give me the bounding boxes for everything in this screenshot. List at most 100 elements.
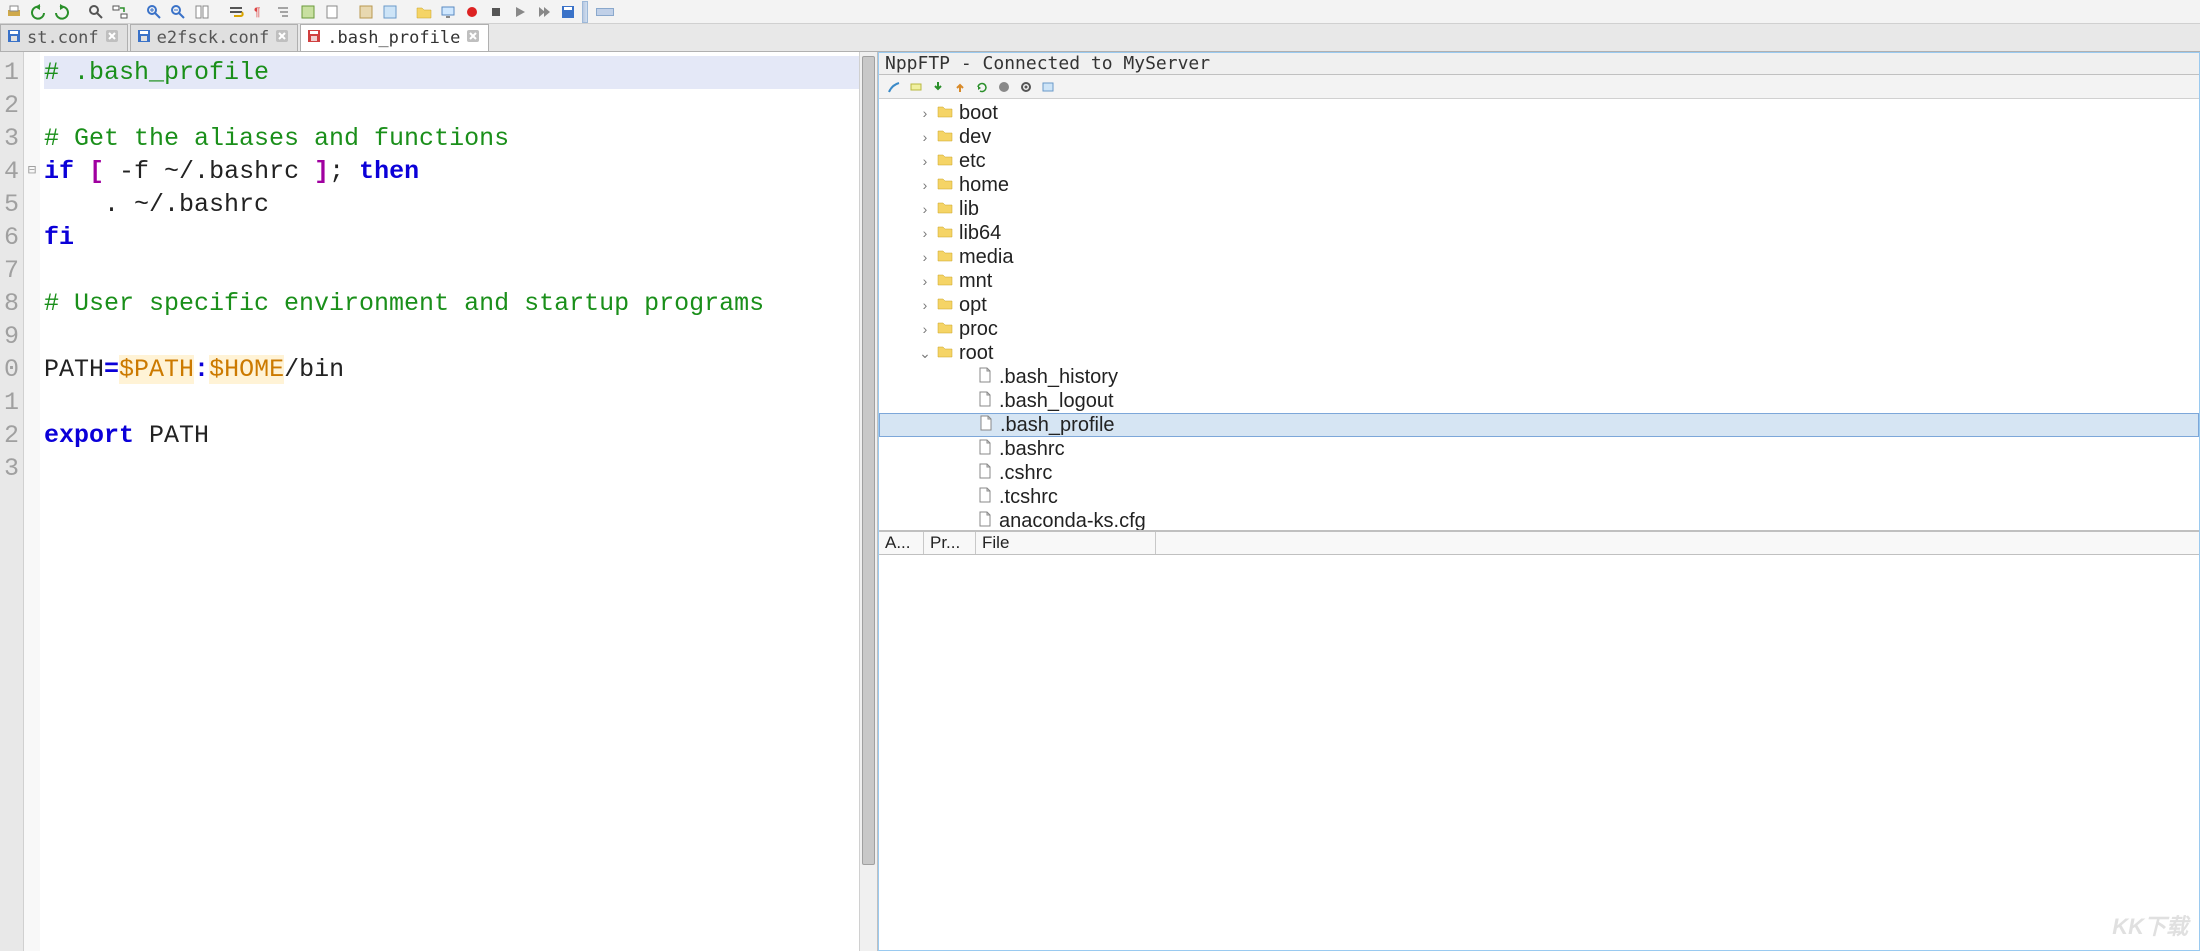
code-line[interactable]: . ~/.bashrc <box>44 188 859 221</box>
search-icon[interactable] <box>86 3 106 21</box>
show-chars-icon[interactable]: ¶ <box>250 3 270 21</box>
ftp-col-action[interactable]: A... <box>879 532 924 554</box>
stop-icon[interactable] <box>486 3 506 21</box>
sync-scroll-icon[interactable] <box>192 3 212 21</box>
ftp-folder-media[interactable]: ›media <box>879 245 2199 269</box>
ftp-folder-lib64[interactable]: ›lib64 <box>879 221 2199 245</box>
ftp-folder-etc[interactable]: ›etc <box>879 149 2199 173</box>
expand-arrow-icon[interactable]: › <box>919 177 931 193</box>
connect-icon[interactable] <box>887 80 901 94</box>
ftp-file--bash_profile[interactable]: .bash_profile <box>879 413 2199 437</box>
tree-label: opt <box>959 294 987 317</box>
folder-icon <box>937 126 953 149</box>
ftp-file--bash_logout[interactable]: .bash_logout <box>879 389 2199 413</box>
toolbar-grip[interactable] <box>582 1 588 23</box>
disconnect-icon[interactable] <box>909 80 923 94</box>
zoom-in-icon[interactable] <box>144 3 164 21</box>
download-icon[interactable] <box>931 80 945 94</box>
close-icon[interactable] <box>275 28 289 48</box>
ftp-folder-home[interactable]: ›home <box>879 173 2199 197</box>
ftp-folder-opt[interactable]: › opt <box>879 293 2199 317</box>
redo-icon[interactable] <box>52 3 72 21</box>
lang-icon[interactable] <box>298 3 318 21</box>
ftp-folder-proc[interactable]: ›proc <box>879 317 2199 341</box>
expand-arrow-icon[interactable]: ⌄ <box>919 345 931 362</box>
ftp-file--bashrc[interactable]: .bashrc <box>879 437 2199 461</box>
ftp-col-file[interactable]: File <box>976 532 1156 554</box>
ftp-file--cshrc[interactable]: .cshrc <box>879 461 2199 485</box>
tab--bash_profile[interactable]: .bash_profile <box>300 24 489 51</box>
folder-icon <box>937 174 953 197</box>
save-macro-icon[interactable] <box>558 3 578 21</box>
code-line[interactable]: if [ -f ~/.bashrc ]; then <box>44 155 859 188</box>
expand-arrow-icon[interactable]: › <box>919 105 931 121</box>
monitor-icon[interactable] <box>438 3 458 21</box>
code-line[interactable] <box>44 320 859 353</box>
expand-arrow-icon[interactable]: › <box>919 297 931 313</box>
ftp-log <box>879 555 2199 950</box>
ftp-folder-mnt[interactable]: ›mnt <box>879 269 2199 293</box>
expand-arrow-icon[interactable]: › <box>919 201 931 217</box>
code-line[interactable]: export PATH <box>44 419 859 452</box>
code-line[interactable] <box>44 254 859 287</box>
folder-panel-icon[interactable] <box>414 3 434 21</box>
zoom-out-icon[interactable] <box>168 3 188 21</box>
code-line[interactable]: # User specific environment and startup … <box>44 287 859 320</box>
expand-arrow-icon[interactable]: › <box>919 273 931 289</box>
editor-area[interactable]: 1234567890123 ⊟ # .bash_profile # Get th… <box>0 52 877 951</box>
folder-icon <box>937 102 953 125</box>
code-line[interactable]: fi <box>44 221 859 254</box>
func-list-icon[interactable] <box>356 3 376 21</box>
ftp-folder-dev[interactable]: ›dev <box>879 125 2199 149</box>
code-view[interactable]: # .bash_profile # Get the aliases and fu… <box>40 52 859 951</box>
ftp-folder-lib[interactable]: ›lib <box>879 197 2199 221</box>
code-line[interactable] <box>44 89 859 122</box>
folder-icon <box>937 318 953 341</box>
file-icon <box>977 390 993 413</box>
code-line[interactable]: PATH=$PATH:$HOME/bin <box>44 353 859 386</box>
ftp-folder-root[interactable]: ⌄ root <box>879 341 2199 365</box>
save-state-icon <box>307 28 321 48</box>
ftp-col-progress[interactable]: Pr... <box>924 532 976 554</box>
close-icon[interactable] <box>105 28 119 48</box>
code-line[interactable] <box>44 452 859 485</box>
replace-icon[interactable] <box>110 3 130 21</box>
abort-icon[interactable] <box>997 80 1011 94</box>
scrollbar-thumb[interactable] <box>862 56 875 865</box>
messages-icon[interactable] <box>1041 80 1055 94</box>
close-icon[interactable] <box>466 28 480 48</box>
expand-arrow-icon[interactable]: › <box>919 249 931 265</box>
refresh-icon[interactable] <box>975 80 989 94</box>
print-icon[interactable] <box>4 3 24 21</box>
doc-icon[interactable] <box>322 3 342 21</box>
expand-arrow-icon[interactable]: › <box>919 225 931 241</box>
tree-label: root <box>959 342 993 365</box>
file-icon <box>978 414 994 437</box>
record-icon[interactable] <box>462 3 482 21</box>
code-line[interactable] <box>44 386 859 419</box>
ftp-file--tcshrc[interactable]: .tcshrc <box>879 485 2199 509</box>
code-line[interactable]: # .bash_profile <box>44 56 859 89</box>
ftp-file-anaconda-ks-cfg[interactable]: anaconda-ks.cfg <box>879 509 2199 530</box>
indent-guide-icon[interactable] <box>274 3 294 21</box>
fold-column[interactable]: ⊟ <box>24 52 40 951</box>
folder-icon <box>937 294 953 317</box>
undo-icon[interactable] <box>28 3 48 21</box>
wordwrap-icon[interactable] <box>226 3 246 21</box>
expand-arrow-icon[interactable]: › <box>919 321 931 337</box>
ftp-tree[interactable]: ›boot›dev›etc›home›lib›lib64›media›mnt›o… <box>879 99 2199 530</box>
doc-map-icon[interactable] <box>380 3 400 21</box>
code-line[interactable]: # Get the aliases and functions <box>44 122 859 155</box>
play-icon[interactable] <box>510 3 530 21</box>
ftp-file--bash_history[interactable]: .bash_history <box>879 365 2199 389</box>
expand-arrow-icon[interactable]: › <box>919 129 931 145</box>
upload-icon[interactable] <box>953 80 967 94</box>
line-gutter: 1234567890123 <box>0 52 24 951</box>
tab-e2fsck-conf[interactable]: e2fsck.conf <box>130 24 299 51</box>
editor-scrollbar[interactable] <box>859 52 877 951</box>
settings-icon[interactable] <box>1019 80 1033 94</box>
play-multi-icon[interactable] <box>534 3 554 21</box>
tab-st-conf[interactable]: st.conf <box>0 24 128 51</box>
ftp-folder-boot[interactable]: ›boot <box>879 101 2199 125</box>
expand-arrow-icon[interactable]: › <box>919 153 931 169</box>
